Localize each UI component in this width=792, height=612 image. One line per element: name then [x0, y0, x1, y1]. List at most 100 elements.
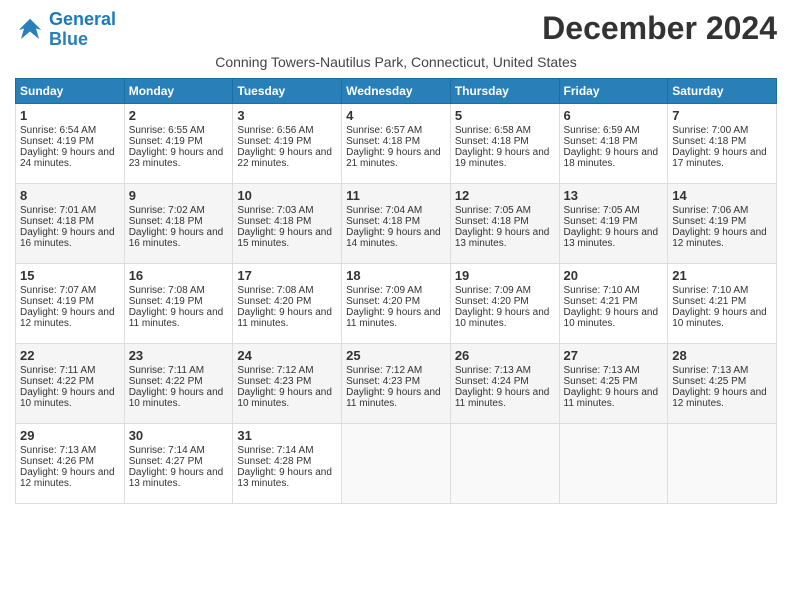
day-number: 21 [672, 268, 772, 283]
sunset-label: Sunset: 4:22 PM [129, 376, 203, 387]
calendar-cell: 2Sunrise: 6:55 AMSunset: 4:19 PMDaylight… [124, 103, 233, 183]
calendar-cell: 10Sunrise: 7:03 AMSunset: 4:18 PMDayligh… [233, 183, 342, 263]
day-number: 22 [20, 348, 120, 363]
day-number: 19 [455, 268, 555, 283]
day-number: 4 [346, 108, 446, 123]
month-title: December 2024 [542, 10, 777, 47]
weekday-header-thursday: Thursday [450, 78, 559, 103]
sunset-label: Sunset: 4:26 PM [20, 456, 94, 467]
sunset-label: Sunset: 4:23 PM [237, 376, 311, 387]
sunrise-label: Sunrise: 7:08 AM [237, 285, 313, 296]
sunrise-label: Sunrise: 7:09 AM [455, 285, 531, 296]
calendar-cell: 5Sunrise: 6:58 AMSunset: 4:18 PMDaylight… [450, 103, 559, 183]
daylight-label: Daylight: 9 hours and 21 minutes. [346, 147, 441, 169]
calendar-cell: 21Sunrise: 7:10 AMSunset: 4:21 PMDayligh… [668, 263, 777, 343]
calendar-table: SundayMondayTuesdayWednesdayThursdayFrid… [15, 78, 777, 504]
calendar-cell: 8Sunrise: 7:01 AMSunset: 4:18 PMDaylight… [16, 183, 125, 263]
calendar-cell [559, 423, 668, 503]
daylight-label: Daylight: 9 hours and 10 minutes. [564, 307, 659, 329]
sunrise-label: Sunrise: 7:05 AM [455, 205, 531, 216]
page-header: General Blue December 2024 [15, 10, 777, 50]
calendar-cell: 27Sunrise: 7:13 AMSunset: 4:25 PMDayligh… [559, 343, 668, 423]
calendar-cell: 13Sunrise: 7:05 AMSunset: 4:19 PMDayligh… [559, 183, 668, 263]
sunrise-label: Sunrise: 7:11 AM [20, 365, 95, 376]
day-number: 6 [564, 108, 664, 123]
day-number: 2 [129, 108, 229, 123]
calendar-week-5: 29Sunrise: 7:13 AMSunset: 4:26 PMDayligh… [16, 423, 777, 503]
sunrise-label: Sunrise: 6:55 AM [129, 125, 205, 136]
day-number: 14 [672, 188, 772, 203]
calendar-cell: 22Sunrise: 7:11 AMSunset: 4:22 PMDayligh… [16, 343, 125, 423]
daylight-label: Daylight: 9 hours and 22 minutes. [237, 147, 332, 169]
day-number: 13 [564, 188, 664, 203]
daylight-label: Daylight: 9 hours and 12 minutes. [672, 387, 767, 409]
calendar-cell: 4Sunrise: 6:57 AMSunset: 4:18 PMDaylight… [342, 103, 451, 183]
sunset-label: Sunset: 4:19 PM [129, 296, 203, 307]
sunrise-label: Sunrise: 7:07 AM [20, 285, 96, 296]
logo-icon [15, 15, 45, 45]
daylight-label: Daylight: 9 hours and 19 minutes. [455, 147, 550, 169]
sunset-label: Sunset: 4:18 PM [672, 136, 746, 147]
calendar-cell [450, 423, 559, 503]
sunrise-label: Sunrise: 7:12 AM [237, 365, 313, 376]
calendar-cell [668, 423, 777, 503]
sunrise-label: Sunrise: 7:13 AM [20, 445, 96, 456]
sunset-label: Sunset: 4:18 PM [237, 216, 311, 227]
calendar-cell: 14Sunrise: 7:06 AMSunset: 4:19 PMDayligh… [668, 183, 777, 263]
sunrise-label: Sunrise: 7:13 AM [564, 365, 640, 376]
calendar-cell: 11Sunrise: 7:04 AMSunset: 4:18 PMDayligh… [342, 183, 451, 263]
calendar-cell: 18Sunrise: 7:09 AMSunset: 4:20 PMDayligh… [342, 263, 451, 343]
daylight-label: Daylight: 9 hours and 11 minutes. [346, 387, 441, 409]
sunset-label: Sunset: 4:20 PM [455, 296, 529, 307]
calendar-cell: 24 Sunrise: 7:12 AMSunset: 4:23 PMDayligh… [233, 343, 342, 423]
daylight-label: Daylight: 9 hours and 17 minutes. [672, 147, 767, 169]
day-number: 17 [237, 268, 337, 283]
calendar-cell: 23Sunrise: 7:11 AMSunset: 4:22 PMDayligh… [124, 343, 233, 423]
logo-line1: General [49, 9, 116, 29]
daylight-label: Daylight: 9 hours and 11 minutes. [564, 387, 659, 409]
day-number: 25 [346, 348, 446, 363]
day-number: 11 [346, 188, 446, 203]
daylight-label: Daylight: 9 hours and 11 minutes. [237, 307, 332, 329]
daylight-label: Daylight: 9 hours and 10 minutes. [237, 387, 332, 409]
logo-text: General Blue [49, 10, 116, 50]
sunset-label: Sunset: 4:20 PM [346, 296, 420, 307]
day-number: 24 [237, 348, 337, 363]
sunset-label: Sunset: 4:23 PM [346, 376, 420, 387]
day-number: 26 [455, 348, 555, 363]
calendar-cell: 31Sunrise: 7:14 AMSunset: 4:28 PMDayligh… [233, 423, 342, 503]
sunrise-label: Sunrise: 7:03 AM [237, 205, 313, 216]
day-number: 30 [129, 428, 229, 443]
calendar-cell: 12Sunrise: 7:05 AMSunset: 4:18 PMDayligh… [450, 183, 559, 263]
sunset-label: Sunset: 4:25 PM [564, 376, 638, 387]
sunrise-label: Sunrise: 7:10 AM [672, 285, 748, 296]
sunset-label: Sunset: 4:21 PM [672, 296, 746, 307]
sunset-label: Sunset: 4:18 PM [20, 216, 94, 227]
sunset-label: Sunset: 4:19 PM [129, 136, 203, 147]
calendar-cell: 20Sunrise: 7:10 AMSunset: 4:21 PMDayligh… [559, 263, 668, 343]
sunrise-label: Sunrise: 7:14 AM [237, 445, 313, 456]
daylight-label: Daylight: 9 hours and 12 minutes. [20, 307, 115, 329]
sunrise-label: Sunrise: 6:58 AM [455, 125, 531, 136]
location-subtitle: Conning Towers-Nautilus Park, Connecticu… [15, 54, 777, 70]
day-number: 9 [129, 188, 229, 203]
weekday-header-tuesday: Tuesday [233, 78, 342, 103]
weekday-header-monday: Monday [124, 78, 233, 103]
sunrise-label: Sunrise: 7:12 AM [346, 365, 422, 376]
sunrise-label: Sunrise: 7:06 AM [672, 205, 748, 216]
calendar-cell: 6Sunrise: 6:59 AMSunset: 4:18 PMDaylight… [559, 103, 668, 183]
sunrise-label: Sunrise: 6:54 AM [20, 125, 96, 136]
logo: General Blue [15, 10, 116, 50]
sunrise-label: Sunrise: 7:14 AM [129, 445, 205, 456]
daylight-label: Daylight: 9 hours and 11 minutes. [346, 307, 441, 329]
day-number: 8 [20, 188, 120, 203]
day-number: 20 [564, 268, 664, 283]
daylight-label: Daylight: 9 hours and 11 minutes. [129, 307, 224, 329]
sunrise-label: Sunrise: 7:11 AM [129, 365, 204, 376]
calendar-cell: 1Sunrise: 6:54 AMSunset: 4:19 PMDaylight… [16, 103, 125, 183]
sunrise-label: Sunrise: 6:57 AM [346, 125, 422, 136]
daylight-label: Daylight: 9 hours and 13 minutes. [129, 467, 224, 489]
sunset-label: Sunset: 4:18 PM [455, 216, 529, 227]
daylight-label: Daylight: 9 hours and 16 minutes. [129, 227, 224, 249]
sunset-label: Sunset: 4:19 PM [672, 216, 746, 227]
